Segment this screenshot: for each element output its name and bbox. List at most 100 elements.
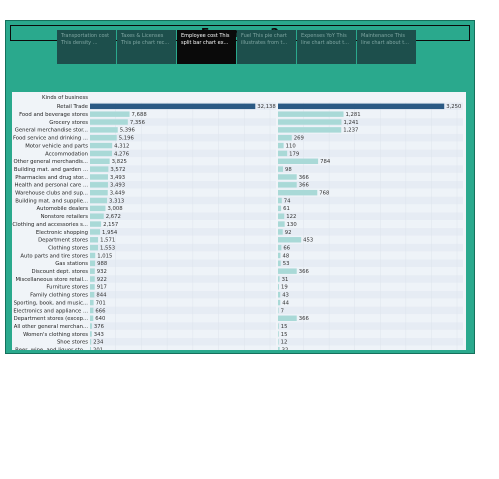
bar[interactable] <box>90 268 95 274</box>
bar[interactable] <box>90 346 92 350</box>
bar[interactable] <box>278 323 279 329</box>
bar[interactable] <box>90 158 110 164</box>
tab-maintenance[interactable]: Maintenance This line chart about t... <box>357 30 416 64</box>
bar[interactable] <box>90 284 95 290</box>
bar-value-label: 7,688 <box>132 112 148 118</box>
bar-value-label: 932 <box>97 269 107 275</box>
bar-value-label: 130 <box>287 222 298 228</box>
category-label: Women's clothing stores <box>23 332 88 338</box>
bar[interactable] <box>90 229 101 235</box>
bar[interactable] <box>278 252 281 259</box>
bar[interactable] <box>278 299 281 306</box>
tab-employee-cost[interactable]: Employee cost This split bar chart ex... <box>177 30 236 64</box>
bar[interactable] <box>278 237 302 243</box>
bar[interactable] <box>90 119 128 125</box>
row-band <box>90 322 276 330</box>
bar-value-label: 2,672 <box>106 214 121 220</box>
bar[interactable] <box>278 197 282 204</box>
tab-fuel[interactable]: Fuel This pie chart illustrates from t..… <box>237 30 296 64</box>
bar[interactable] <box>278 111 344 117</box>
bar[interactable] <box>278 174 297 180</box>
bar[interactable] <box>90 197 108 204</box>
bar-value-label: 366 <box>299 269 310 275</box>
bar[interactable] <box>90 127 118 133</box>
bar[interactable] <box>278 284 279 290</box>
row-band <box>278 141 463 150</box>
category-label: Clothing stores <box>48 245 88 251</box>
bar[interactable] <box>90 205 106 212</box>
bar[interactable] <box>278 142 284 149</box>
bar[interactable] <box>278 339 279 345</box>
bar-value-label: 5,396 <box>120 128 136 134</box>
bar[interactable] <box>90 323 92 329</box>
bar[interactable] <box>90 307 94 314</box>
bar[interactable] <box>90 252 96 259</box>
bar[interactable] <box>90 260 96 267</box>
bar[interactable] <box>278 244 282 251</box>
bar[interactable] <box>278 205 282 212</box>
row-band <box>278 251 463 260</box>
bar[interactable] <box>90 221 102 227</box>
tab-expenses-yoy[interactable]: Expenses YoY This line chart about t... <box>297 30 356 64</box>
bar[interactable] <box>278 166 284 172</box>
row-band <box>90 259 276 268</box>
category-label: Motor vehicle and parts <box>25 143 88 149</box>
bar[interactable] <box>278 260 281 267</box>
column-header: Kinds of business <box>42 95 88 101</box>
bar[interactable] <box>278 150 288 157</box>
tab-transportation[interactable]: Transportation cost This density ... <box>57 30 116 64</box>
bar[interactable] <box>278 307 279 314</box>
bar[interactable] <box>278 292 281 298</box>
category-label: Automobile dealers <box>37 206 89 212</box>
bar[interactable] <box>90 331 92 337</box>
bar[interactable] <box>90 189 108 196</box>
bar[interactable] <box>278 221 285 227</box>
bar[interactable] <box>278 213 285 219</box>
row-band <box>278 149 463 158</box>
bar-value-label: 201 <box>93 348 103 350</box>
split-bar-chart: Kinds of business Retail Trade Food and be… <box>12 95 463 350</box>
bar[interactable] <box>278 135 292 141</box>
bar-value-label: 4,276 <box>114 151 130 157</box>
bar[interactable] <box>90 244 98 251</box>
bar-value-label: 917 <box>97 285 107 291</box>
bar[interactable] <box>90 166 109 172</box>
bar[interactable] <box>90 135 117 141</box>
row-band <box>90 243 276 252</box>
bar[interactable] <box>278 229 283 235</box>
bar[interactable] <box>278 182 297 188</box>
bar[interactable] <box>278 189 318 196</box>
bar[interactable] <box>278 346 280 350</box>
bar-value-label: 666 <box>95 308 106 314</box>
bar-value-label: 1,954 <box>102 230 118 236</box>
bar[interactable] <box>90 299 94 306</box>
bar-value-label: 844 <box>96 293 107 299</box>
bar[interactable] <box>90 237 99 243</box>
bar[interactable] <box>90 103 256 110</box>
bar[interactable] <box>90 174 108 180</box>
bar[interactable] <box>90 111 130 117</box>
bar[interactable] <box>278 158 319 164</box>
bar[interactable] <box>90 315 94 321</box>
bar[interactable] <box>278 331 279 337</box>
row-band <box>278 220 463 228</box>
bar[interactable] <box>278 268 297 274</box>
bar-value-label: 2,157 <box>103 222 118 228</box>
row-band <box>278 298 463 307</box>
bar-value-label: 453 <box>303 238 313 244</box>
bar[interactable] <box>90 150 112 157</box>
bar[interactable] <box>278 119 342 125</box>
bar[interactable] <box>90 213 104 219</box>
bar[interactable] <box>90 182 108 188</box>
bar[interactable] <box>278 315 297 321</box>
bar[interactable] <box>90 276 95 282</box>
bar[interactable] <box>90 292 95 298</box>
bar[interactable] <box>90 142 113 149</box>
bar[interactable] <box>278 103 445 110</box>
row-band <box>278 283 463 291</box>
bar[interactable] <box>90 339 92 345</box>
bar[interactable] <box>278 127 342 133</box>
bar[interactable] <box>278 276 280 282</box>
tab-taxes-licenses[interactable]: Taxes & Licenses This pie chart rec... <box>117 30 176 64</box>
bar-value-label: 15 <box>281 324 288 330</box>
